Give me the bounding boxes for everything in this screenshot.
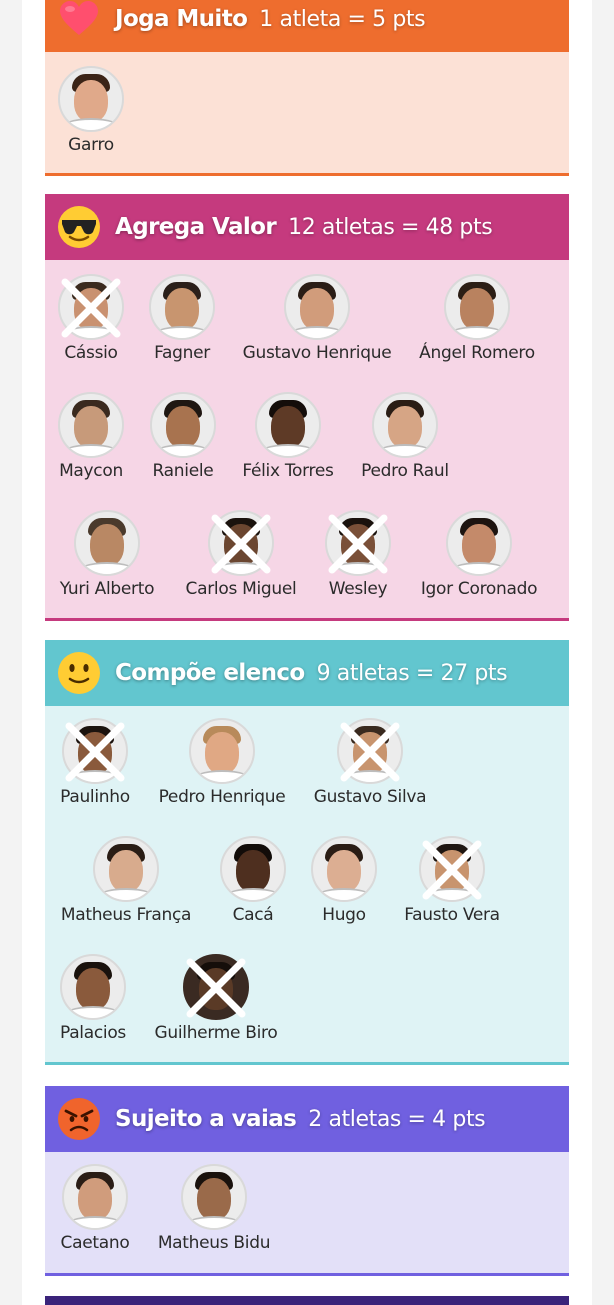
section-count: 2 atletas = 4 pts bbox=[308, 1106, 486, 1132]
section-compoe-elenco: Compõe elenco 9 atletas = 27 pts Paulinh… bbox=[45, 640, 569, 1068]
player-avatar bbox=[93, 836, 159, 902]
player-card[interactable]: Guilherme Biro bbox=[141, 954, 291, 1043]
player-name: Pedro Henrique bbox=[158, 787, 286, 807]
player-card[interactable]: Fagner bbox=[107, 274, 257, 363]
player-card[interactable]: Igor Coronado bbox=[404, 510, 554, 599]
player-card[interactable]: Gustavo Silva bbox=[295, 718, 445, 807]
section-count: 1 atleta = 5 pts bbox=[259, 6, 426, 32]
section-title: Sujeito a vaias bbox=[115, 1106, 297, 1132]
section-body: Garro bbox=[45, 52, 569, 173]
player-name: Gustavo Henrique bbox=[242, 343, 392, 363]
unavailable-x-icon bbox=[422, 840, 482, 900]
section-divider bbox=[45, 618, 569, 621]
section-title: Joga Muito bbox=[115, 6, 248, 32]
unavailable-x-icon bbox=[340, 722, 400, 782]
player-name: Pedro Raul bbox=[361, 461, 449, 481]
player-avatar bbox=[255, 392, 321, 458]
player-name: Ángel Romero bbox=[419, 343, 535, 363]
heart-icon bbox=[57, 0, 101, 41]
player-avatar bbox=[311, 836, 377, 902]
player-name: Matheus Bidu bbox=[157, 1233, 271, 1253]
section-divider bbox=[45, 1062, 569, 1065]
section-count: 12 atletas = 48 pts bbox=[288, 214, 493, 240]
sunglasses-face-icon bbox=[57, 205, 101, 249]
player-avatar bbox=[181, 1164, 247, 1230]
player-card[interactable]: Gustavo Henrique bbox=[242, 274, 392, 363]
next-section-header-edge bbox=[45, 1296, 569, 1305]
unavailable-x-icon bbox=[186, 958, 246, 1018]
section-body: Caetano Matheus Bidu bbox=[45, 1152, 569, 1273]
section-joga-muito: Joga Muito 1 atleta = 5 pts Garro bbox=[45, 0, 569, 176]
player-avatar bbox=[62, 1164, 128, 1230]
slightly-smiling-face-icon bbox=[57, 651, 101, 695]
player-name: Yuri Alberto bbox=[59, 579, 155, 599]
section-title: Compõe elenco bbox=[115, 660, 305, 686]
player-name: Fagner bbox=[154, 343, 210, 363]
player-card[interactable]: Yuri Alberto bbox=[32, 510, 182, 599]
section-title: Agrega Valor bbox=[115, 214, 277, 240]
player-card[interactable]: Matheus Bidu bbox=[139, 1164, 289, 1253]
section-body: Paulinho Pedro Henrique Gustavo Silva Ma… bbox=[45, 706, 569, 1062]
section-divider bbox=[45, 1273, 569, 1276]
angry-face-icon bbox=[57, 1097, 101, 1141]
section-count: 9 atletas = 27 pts bbox=[316, 660, 508, 686]
player-avatar bbox=[444, 274, 510, 340]
section-header: Sujeito a vaias 2 atletas = 4 pts bbox=[45, 1086, 569, 1152]
player-name: Igor Coronado bbox=[420, 579, 538, 599]
player-avatar bbox=[372, 392, 438, 458]
player-card[interactable]: Ángel Romero bbox=[402, 274, 552, 363]
section-divider bbox=[45, 173, 569, 176]
player-avatar bbox=[189, 718, 255, 784]
player-card[interactable]: Garro bbox=[16, 66, 166, 155]
player-avatar bbox=[284, 274, 350, 340]
unavailable-x-icon bbox=[328, 514, 388, 574]
player-avatar bbox=[60, 954, 126, 1020]
section-header: Joga Muito 1 atleta = 5 pts bbox=[45, 0, 569, 52]
player-avatar bbox=[150, 392, 216, 458]
player-card[interactable]: Pedro Raul bbox=[330, 392, 480, 481]
player-name: Garro bbox=[68, 135, 114, 155]
player-avatar bbox=[149, 274, 215, 340]
player-card[interactable]: Fausto Vera bbox=[377, 836, 527, 925]
player-avatar bbox=[446, 510, 512, 576]
section-header: Agrega Valor 12 atletas = 48 pts bbox=[45, 194, 569, 260]
player-card[interactable]: Pedro Henrique bbox=[147, 718, 297, 807]
unavailable-x-icon bbox=[65, 722, 125, 782]
section-header: Compõe elenco 9 atletas = 27 pts bbox=[45, 640, 569, 706]
section-agrega-valor: Agrega Valor 12 atletas = 48 pts Cássio … bbox=[45, 194, 569, 622]
unavailable-x-icon bbox=[211, 514, 271, 574]
player-avatar bbox=[74, 510, 140, 576]
section-sujeito-a-vaias: Sujeito a vaias 2 atletas = 4 pts Caetan… bbox=[45, 1086, 569, 1276]
section-body: Cássio Fagner Gustavo Henrique Ángel Rom… bbox=[45, 260, 569, 618]
player-avatar bbox=[58, 66, 124, 132]
